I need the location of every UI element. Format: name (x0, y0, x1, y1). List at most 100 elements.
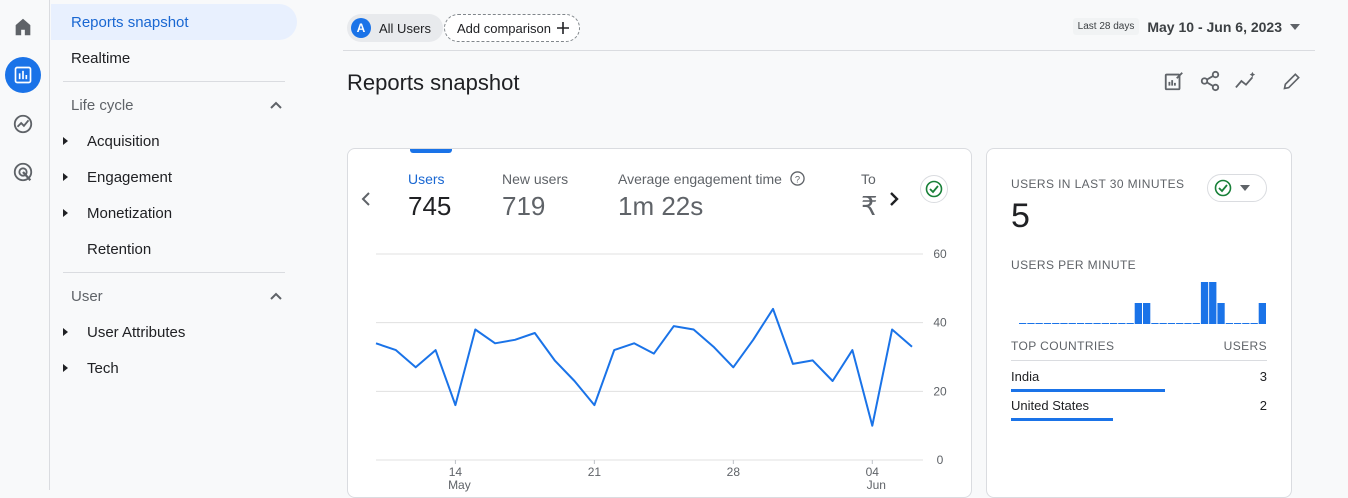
segment-label: All Users (379, 20, 432, 36)
country-row-united-states[interactable]: United States 2 (1011, 398, 1267, 426)
per-minute-bar (1167, 323, 1176, 324)
per-minute-bar (1250, 323, 1258, 324)
per-minute-bar (1192, 323, 1200, 324)
y-tick-label: 60 (933, 247, 947, 261)
date-range-label: May 10 - Jun 6, 2023 (1147, 18, 1282, 35)
per-minute-bar (1109, 323, 1118, 324)
realtime-card: USERS IN LAST 30 MINUTES 5 USERS PER MIN… (986, 148, 1292, 498)
per-minute-bar (1184, 323, 1192, 324)
country-share-bar (1011, 418, 1114, 421)
advertising-icon[interactable] (5, 154, 41, 190)
country-value: 2 (1259, 398, 1267, 413)
dropdown-arrow-icon (1240, 185, 1250, 191)
per-minute-bar (1242, 323, 1250, 324)
caret-right-icon (63, 173, 68, 181)
nav-retention[interactable]: Retention (51, 231, 151, 267)
nav-label: User Attributes (87, 323, 186, 341)
segment-chip[interactable]: A All Users (347, 14, 444, 42)
home-icon[interactable] (5, 9, 41, 45)
nav-monetization[interactable]: Monetization (51, 195, 172, 231)
caret-right-icon (63, 137, 68, 145)
per-minute-bar (1233, 323, 1242, 324)
divider (63, 81, 285, 82)
country-row-india[interactable]: India 3 (1011, 369, 1267, 397)
per-minute-bar (1101, 323, 1109, 324)
x-tick-label: 04 (866, 465, 880, 479)
country-name: India (1011, 369, 1040, 384)
per-minute-bar (1019, 323, 1027, 324)
page-title: Reports snapshot (347, 70, 520, 95)
per-minute-bar (1043, 323, 1052, 324)
y-tick-label: 40 (933, 316, 947, 330)
metrics-card: Users 745 New users 719 Average engageme… (347, 148, 972, 498)
caret-right-icon (63, 209, 68, 217)
check-circle-icon (1214, 179, 1232, 197)
nav-acquisition[interactable]: Acquisition (51, 123, 160, 159)
section-title: User (71, 287, 103, 305)
per-minute-bar (1052, 323, 1060, 324)
reports-nav: Reports snapshot Realtime Life cycle Acq… (51, 0, 301, 490)
nav-label: Monetization (87, 204, 173, 222)
divider (63, 272, 285, 273)
y-tick-label: 20 (933, 384, 947, 398)
per-minute-bar (1068, 323, 1076, 324)
explore-icon[interactable] (5, 106, 41, 142)
date-badge: Last 28 days (1072, 18, 1140, 35)
segment-avatar: A (351, 18, 371, 38)
top-countries-header: TOP COUNTRIES (1011, 339, 1115, 353)
nav-tech[interactable]: Tech (51, 350, 119, 386)
per-minute-bar (1258, 303, 1266, 324)
realtime-value: 5 (1011, 197, 1030, 235)
nav-label: Retention (87, 240, 152, 258)
per-minute-bar (1209, 282, 1217, 324)
section-user[interactable]: User (51, 278, 297, 314)
users-header: USERS (1223, 339, 1267, 353)
per-minute-bar (1143, 303, 1151, 324)
reports-icon[interactable] (5, 57, 41, 93)
add-comparison-button[interactable]: Add comparison (444, 14, 580, 42)
x-tick-label: 21 (588, 465, 602, 479)
main-content: A All Users Add comparison Last 28 days … (301, 0, 1348, 498)
x-tick-label: 28 (727, 465, 741, 479)
realtime-status-dropdown[interactable] (1207, 174, 1267, 202)
header-divider (343, 50, 1315, 51)
nav-label: Reports snapshot (71, 13, 189, 31)
edit-icon[interactable] (1279, 68, 1305, 94)
nav-realtime[interactable]: Realtime (51, 40, 130, 76)
nav-reports-snapshot[interactable]: Reports snapshot (51, 4, 297, 40)
users-per-minute-chart (1019, 282, 1266, 324)
nav-label: Tech (87, 359, 119, 377)
share-icon[interactable] (1197, 68, 1223, 94)
users-line-chart: 604020014May21 28 04Jun (375, 247, 947, 492)
realtime-title: USERS IN LAST 30 MINUTES (1011, 177, 1185, 191)
caret-right-icon (63, 328, 68, 336)
per-minute-bar (1085, 323, 1093, 324)
country-share-bar (1011, 389, 1165, 392)
users-series-line (375, 307, 913, 427)
date-range-picker[interactable]: Last 28 days May 10 - Jun 6, 2023 (1072, 18, 1300, 35)
per-minute-bar (1159, 323, 1167, 324)
per-minute-bar (1217, 303, 1225, 324)
add-comparison-label: Add comparison (457, 20, 551, 36)
per-minute-bar (1126, 323, 1134, 324)
nav-engagement[interactable]: Engagement (51, 159, 172, 195)
y-tick-label: 0 (937, 453, 944, 467)
plus-icon (556, 22, 569, 34)
customize-report-icon[interactable] (1161, 68, 1187, 94)
section-life-cycle[interactable]: Life cycle (51, 87, 297, 123)
nav-user-attributes[interactable]: User Attributes (51, 314, 185, 350)
per-minute-bar (1176, 323, 1184, 324)
divider (1011, 360, 1267, 361)
per-minute-bar (1151, 323, 1159, 324)
nav-label: Engagement (87, 168, 173, 186)
per-minute-bar (1134, 303, 1142, 324)
per-minute-bar (1060, 323, 1068, 324)
dropdown-arrow-icon (1290, 23, 1300, 30)
per-minute-bar (1035, 323, 1043, 324)
per-minute-bar (1027, 323, 1035, 324)
country-name: United States (1011, 398, 1090, 413)
nav-label: Realtime (71, 49, 131, 67)
per-minute-title: USERS PER MINUTE (1011, 258, 1137, 272)
insights-icon[interactable] (1233, 68, 1259, 94)
icon-rail (0, 0, 50, 490)
